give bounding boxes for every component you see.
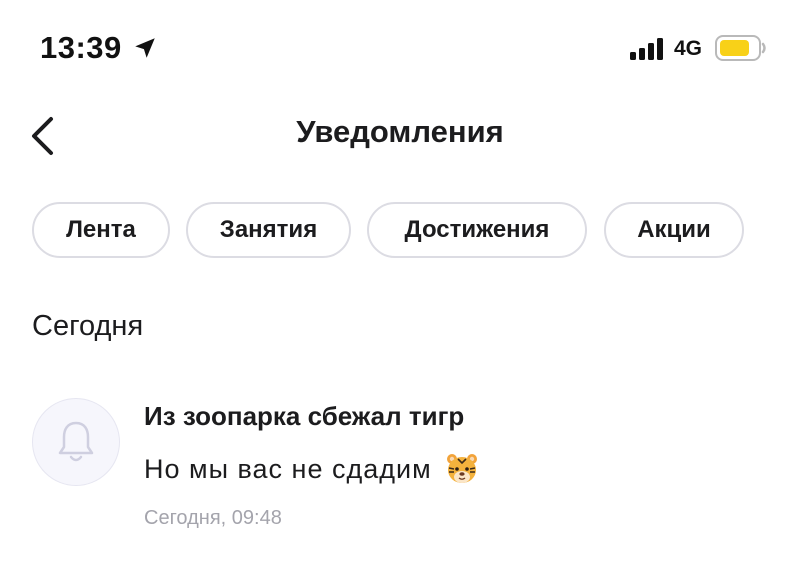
network-type: 4G [674,37,703,60]
page-title: Уведомления [296,114,504,149]
filter-chip-classes[interactable]: Занятия [186,202,351,258]
status-bar: 13:39 4G [0,0,800,96]
notification-body: Но мы вас не сдадим [144,451,480,487]
filter-chip-achievements[interactable]: Достижения [367,202,587,258]
notification-title: Из зоопарка сбежал тигр [144,401,465,431]
section-heading-today: Сегодня [32,310,144,342]
status-time: 13:39 [40,30,122,65]
battery-icon [715,35,766,61]
filter-chip-feed[interactable]: Лента [32,202,170,258]
notification-body-text: Но мы вас не сдадим [144,453,432,484]
tiger-face-icon [446,454,477,483]
notification-timestamp: Сегодня, 09:48 [144,507,282,529]
cellular-signal-icon [630,38,663,60]
bell-icon [58,421,94,462]
location-arrow-icon [135,38,155,58]
notification-avatar [32,398,120,486]
filter-chip-promotions[interactable]: Акции [604,202,744,258]
